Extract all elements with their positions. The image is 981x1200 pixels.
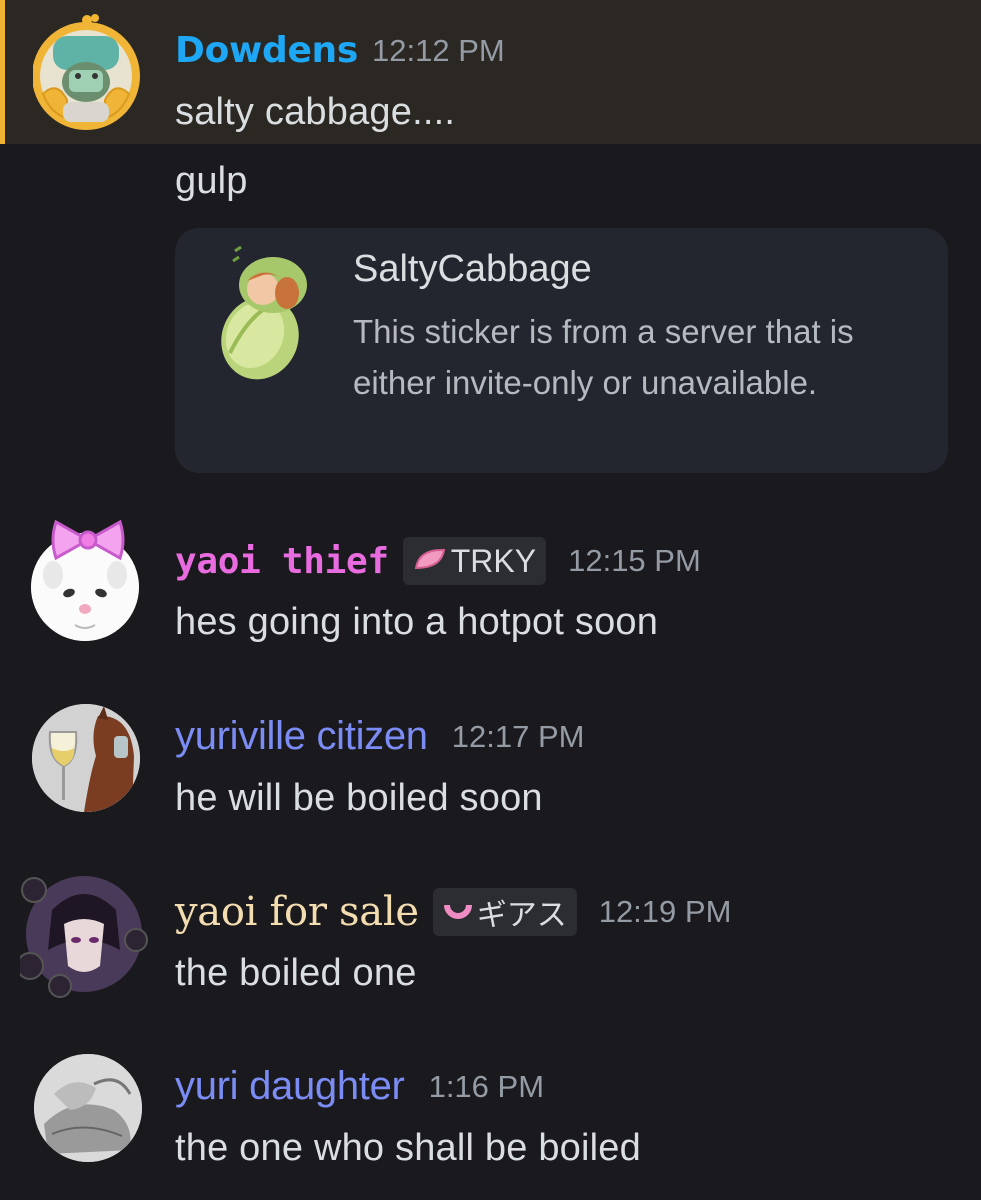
username[interactable]: yuriville citizen (175, 714, 428, 759)
message-text: salty cabbage.... (175, 91, 456, 133)
pink-ring-icon (443, 893, 473, 931)
avatar-yaoi-for-sale[interactable] (16, 870, 148, 998)
username[interactable]: yaoi for sale (175, 889, 419, 935)
sticker-name: SaltyCabbage (353, 248, 592, 290)
username[interactable]: Dowdens (175, 30, 358, 71)
username[interactable]: yuri daughter (175, 1064, 405, 1109)
message-text: hes going into a hotpot soon (175, 601, 659, 643)
message-header: yuri daughter 1:16 PM (175, 1064, 544, 1109)
message-header: yaoi thief TRKY 12:15 PM (175, 537, 701, 585)
timestamp: 1:16 PM (428, 1068, 545, 1104)
avatar-dowdens[interactable] (32, 14, 143, 132)
mention-highlight-bar (0, 0, 5, 144)
timestamp: 12:19 PM (598, 894, 732, 929)
message-text: the one who shall be boiled (175, 1127, 641, 1169)
server-tag[interactable]: ギアス (432, 888, 577, 936)
server-tag[interactable]: TRKY (402, 537, 547, 585)
message-text: the boiled one (175, 952, 417, 994)
timestamp: 12:15 PM (568, 543, 701, 578)
message-header: yuriville citizen 12:17 PM (175, 714, 584, 759)
pink-leaf-icon (413, 543, 447, 580)
message-header: Dowdens 12:12 PM (175, 30, 505, 71)
message-text: gulp (175, 160, 248, 202)
message-text: he will be boiled soon (175, 777, 543, 819)
server-tag-label: TRKY (450, 542, 537, 579)
message-header: yaoi for sale ギアス 12:19 PM (175, 888, 731, 936)
server-tag-label: ギアス (476, 898, 567, 933)
sticker-image[interactable] (205, 243, 315, 383)
avatar-yuriville-citizen[interactable] (32, 704, 140, 812)
timestamp: 12:12 PM (372, 32, 505, 68)
bow-icon (50, 518, 126, 562)
timestamp: 12:17 PM (451, 718, 585, 754)
avatar-yuri-daughter[interactable] (34, 1054, 142, 1162)
mention-highlight (0, 0, 981, 144)
sticker-description: This sticker is from a server that is ei… (353, 313, 854, 401)
username[interactable]: yaoi thief (175, 541, 389, 582)
